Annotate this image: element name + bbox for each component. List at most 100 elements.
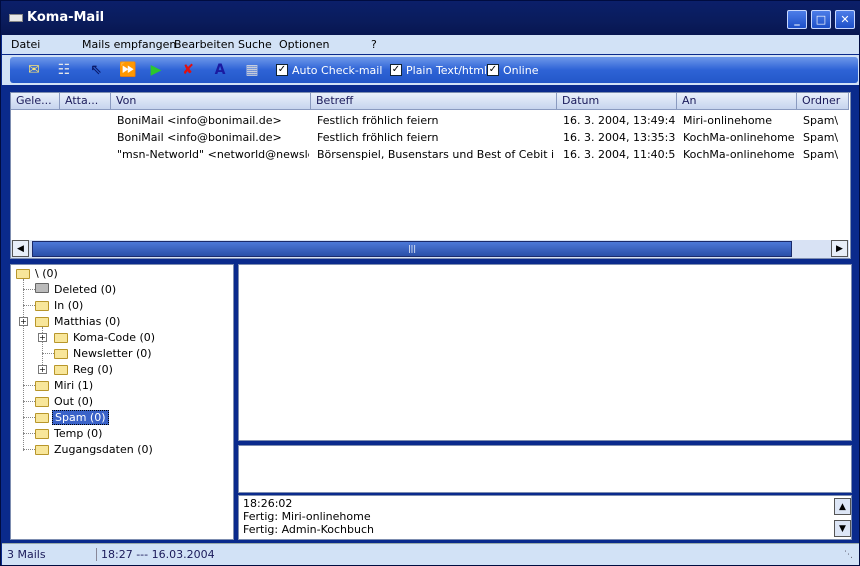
- folder-out[interactable]: Out (0): [54, 395, 93, 408]
- menu-optionen[interactable]: Optionen: [279, 38, 329, 51]
- col-von[interactable]: Von: [111, 93, 311, 110]
- mail-subject: Festlich fröhlich feiern: [317, 114, 439, 127]
- settings-icon[interactable]: ▦: [242, 61, 262, 79]
- title-bar: Koma-Mail _ □ ✕: [1, 1, 860, 35]
- resize-grip-icon[interactable]: ⋱: [844, 550, 853, 560]
- scroll-up-icon[interactable]: ▲: [834, 498, 851, 515]
- mail-row[interactable]: "msn-Networld" <networld@newslette... Bö…: [11, 146, 849, 163]
- col-datum[interactable]: Datum: [557, 93, 677, 110]
- folder-icon: [35, 429, 49, 439]
- scroll-thumb[interactable]: |||: [32, 241, 792, 257]
- folder-koma-code[interactable]: Koma-Code (0): [73, 331, 155, 344]
- tree-line: [23, 433, 35, 434]
- folder-deleted[interactable]: Deleted (0): [54, 283, 116, 296]
- folder-icon: [35, 317, 49, 327]
- plain-text-checkbox[interactable]: ✓: [390, 64, 402, 76]
- menu-bearbeiten[interactable]: Bearbeiten: [174, 38, 234, 51]
- col-an[interactable]: An: [677, 93, 797, 110]
- menu-suche[interactable]: Suche: [238, 38, 272, 51]
- folder-icon: [35, 397, 49, 407]
- folder-icon: [35, 301, 49, 311]
- play-icon[interactable]: ▶: [146, 61, 166, 79]
- fast-forward-icon[interactable]: ⏩: [118, 61, 138, 79]
- maximize-button[interactable]: □: [811, 10, 831, 29]
- menu-datei[interactable]: Datei: [11, 38, 40, 51]
- expand-icon[interactable]: +: [38, 365, 47, 374]
- minimize-button[interactable]: _: [787, 10, 807, 29]
- folder-reg[interactable]: Reg (0): [73, 363, 113, 376]
- folder-icon: [35, 445, 49, 455]
- auto-check-label: Auto Check-mail: [292, 64, 383, 77]
- mail-subject: Börsenspiel, Busenstars und Best of Cebi…: [317, 148, 555, 161]
- mail-date: 16. 3. 2004, 13:35:30: [563, 131, 675, 144]
- col-gelesen[interactable]: Gele...: [11, 93, 60, 110]
- log-line: Fertig: Admin-Kochbuch: [243, 523, 374, 536]
- toolbar-strip: ✉ ☷ ⇖ ⏩ ▶ ✘ A ▦ ✓ Auto Check-mail ✓ Plai…: [10, 57, 858, 83]
- mail-folder: Spam\: [803, 131, 839, 144]
- folder-miri[interactable]: Miri (1): [54, 379, 93, 392]
- tree-line: [23, 289, 35, 290]
- folder-icon: [35, 381, 49, 391]
- folder-root[interactable]: \ (0): [35, 267, 58, 280]
- folder-newsletter[interactable]: Newsletter (0): [73, 347, 152, 360]
- plain-text-label: Plain Text/html: [406, 64, 487, 77]
- tree-line: [23, 305, 35, 306]
- horizontal-scrollbar[interactable]: ◀ ||| ▶: [11, 240, 849, 258]
- folder-icon: [16, 269, 30, 279]
- folder-matthias[interactable]: Matthias (0): [54, 315, 120, 328]
- folder-in[interactable]: In (0): [54, 299, 83, 312]
- mail-folder: Spam\: [803, 148, 839, 161]
- delete-icon[interactable]: ✘: [178, 61, 198, 79]
- mail-from: BoniMail <info@bonimail.de>: [117, 114, 282, 127]
- tree-line: [23, 401, 35, 402]
- toolbar: ✉ ☷ ⇖ ⏩ ▶ ✘ A ▦ ✓ Auto Check-mail ✓ Plai…: [2, 55, 859, 85]
- window-title: Koma-Mail: [27, 10, 105, 25]
- mail-count: 3 Mails: [7, 548, 46, 561]
- spellcheck-icon[interactable]: A: [210, 61, 230, 79]
- attachment-pane[interactable]: [238, 445, 852, 493]
- status-bar: 3 Mails 18:27 --- 16.03.2004 ⋱: [2, 543, 859, 565]
- mail-date: 16. 3. 2004, 11:40:53: [563, 148, 675, 161]
- auto-check-checkbox[interactable]: ✓: [276, 64, 288, 76]
- menu-bar: Datei Mails empfangen Bearbeiten Suche O…: [2, 35, 859, 54]
- new-mail-icon[interactable]: ✉: [24, 61, 44, 79]
- mail-row[interactable]: BoniMail <info@bonimail.de> Festlich frö…: [11, 112, 849, 129]
- folder-spam[interactable]: Spam (0): [52, 410, 109, 425]
- expand-icon[interactable]: +: [38, 333, 47, 342]
- folder-icon: [54, 349, 68, 359]
- address-book-icon[interactable]: ☷: [54, 61, 74, 79]
- folder-temp[interactable]: Temp (0): [54, 427, 102, 440]
- scroll-left-icon[interactable]: ◀: [12, 240, 29, 257]
- menu-help[interactable]: ?: [371, 38, 377, 51]
- log-pane: 18:26:02 Fertig: Miri-onlinehome Fertig:…: [238, 495, 852, 540]
- preview-pane[interactable]: [238, 264, 852, 441]
- mail-to: KochMa-onlinehome: [683, 148, 795, 161]
- mail-row[interactable]: BoniMail <info@bonimail.de> Festlich frö…: [11, 129, 849, 146]
- mail-date: 16. 3. 2004, 13:49:41: [563, 114, 675, 127]
- online-label: Online: [503, 64, 539, 77]
- mail-subject: Festlich fröhlich feiern: [317, 131, 439, 144]
- col-ordner[interactable]: Ordner: [797, 93, 849, 110]
- folder-icon: [54, 365, 68, 375]
- mail-folder: Spam\: [803, 114, 839, 127]
- log-line: Fertig: Miri-onlinehome: [243, 510, 371, 523]
- tree-line: [23, 417, 35, 418]
- folder-zugangsdaten[interactable]: Zugangsdaten (0): [54, 443, 153, 456]
- folder-icon: [54, 333, 68, 343]
- close-button[interactable]: ✕: [835, 10, 855, 29]
- mail-from: BoniMail <info@bonimail.de>: [117, 131, 282, 144]
- expand-icon[interactable]: +: [19, 317, 28, 326]
- mail-app-icon: [9, 14, 23, 22]
- tree-line: [42, 353, 54, 354]
- scroll-right-icon[interactable]: ▶: [831, 240, 848, 257]
- check-mail-icon[interactable]: ⇖: [86, 61, 106, 79]
- menu-mails-empfangen[interactable]: Mails empfangen: [82, 38, 176, 51]
- main-window: Koma-Mail _ □ ✕ Datei Mails empfangen Be…: [0, 0, 860, 566]
- folder-tree: \ (0) Deleted (0) In (0) + Matthias (0) …: [10, 264, 234, 540]
- folder-open-icon: [35, 413, 49, 423]
- online-checkbox[interactable]: ✓: [487, 64, 499, 76]
- log-time: 18:26:02: [243, 497, 293, 510]
- col-attachment[interactable]: Atta...: [60, 93, 111, 110]
- col-betreff[interactable]: Betreff: [311, 93, 557, 110]
- scroll-down-icon[interactable]: ▼: [834, 520, 851, 537]
